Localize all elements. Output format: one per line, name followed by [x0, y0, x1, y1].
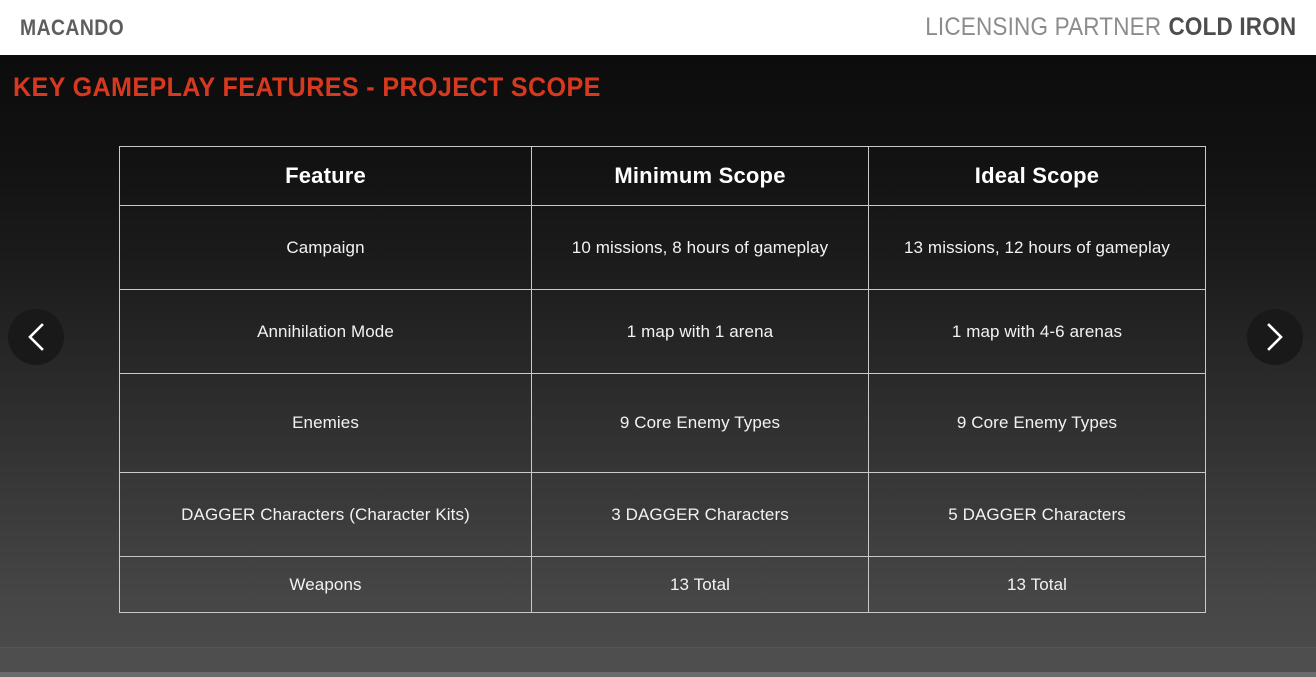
cell-feature: DAGGER Characters (Character Kits)	[119, 472, 532, 557]
licensing-partner-label: LICENSING PARTNER	[924, 13, 1161, 41]
cell-feature: Weapons	[119, 556, 532, 613]
table-row: Weapons 13 Total 13 Total	[119, 556, 1206, 613]
slide-title: KEY GAMEPLAY FEATURES - PROJECT SCOPE	[13, 72, 601, 102]
brand-logo: MACANDO	[20, 14, 125, 40]
licensing-partner: LICENSING PARTNER COLD IRON	[925, 13, 1296, 42]
table-body: Campaign 10 missions, 8 hours of gamepla…	[119, 205, 1206, 613]
table-row: Enemies 9 Core Enemy Types 9 Core Enemy …	[119, 373, 1206, 473]
cell-minimum: 1 map with 1 arena	[531, 289, 869, 374]
brand-header: MACANDO LICENSING PARTNER COLD IRON	[0, 0, 1316, 55]
cell-ideal: 1 map with 4-6 arenas	[868, 289, 1206, 374]
chevron-right-icon	[1264, 322, 1286, 352]
slide-viewer: MACANDO LICENSING PARTNER COLD IRON KEY …	[0, 0, 1316, 677]
cell-ideal: 13 Total	[868, 556, 1206, 613]
column-header-feature: Feature	[119, 146, 532, 206]
cell-feature: Annihilation Mode	[119, 289, 532, 374]
table-row: DAGGER Characters (Character Kits) 3 DAG…	[119, 472, 1206, 557]
cell-minimum: 9 Core Enemy Types	[531, 373, 869, 473]
cell-minimum: 13 Total	[531, 556, 869, 613]
cell-minimum: 10 missions, 8 hours of gameplay	[531, 205, 869, 290]
previous-slide-button[interactable]	[8, 309, 64, 365]
project-scope-table: Feature Minimum Scope Ideal Scope Campai…	[119, 146, 1206, 613]
cell-ideal: 13 missions, 12 hours of gameplay	[868, 205, 1206, 290]
column-header-ideal-scope: Ideal Scope	[868, 146, 1206, 206]
bottom-bar	[0, 647, 1316, 677]
licensing-partner-name: COLD IRON	[1168, 13, 1296, 41]
bottom-bar-edge	[0, 672, 1316, 677]
table-header-row: Feature Minimum Scope Ideal Scope	[119, 146, 1206, 206]
table-row: Annihilation Mode 1 map with 1 arena 1 m…	[119, 289, 1206, 374]
next-slide-button[interactable]	[1247, 309, 1303, 365]
chevron-left-icon	[25, 322, 47, 352]
column-header-minimum-scope: Minimum Scope	[531, 146, 869, 206]
cell-ideal: 9 Core Enemy Types	[868, 373, 1206, 473]
slide-content: KEY GAMEPLAY FEATURES - PROJECT SCOPE Fe…	[0, 55, 1316, 647]
cell-ideal: 5 DAGGER Characters	[868, 472, 1206, 557]
cell-feature: Campaign	[119, 205, 532, 290]
cell-feature: Enemies	[119, 373, 532, 473]
table-row: Campaign 10 missions, 8 hours of gamepla…	[119, 205, 1206, 290]
table-header: Feature Minimum Scope Ideal Scope	[119, 146, 1206, 206]
cell-minimum: 3 DAGGER Characters	[531, 472, 869, 557]
